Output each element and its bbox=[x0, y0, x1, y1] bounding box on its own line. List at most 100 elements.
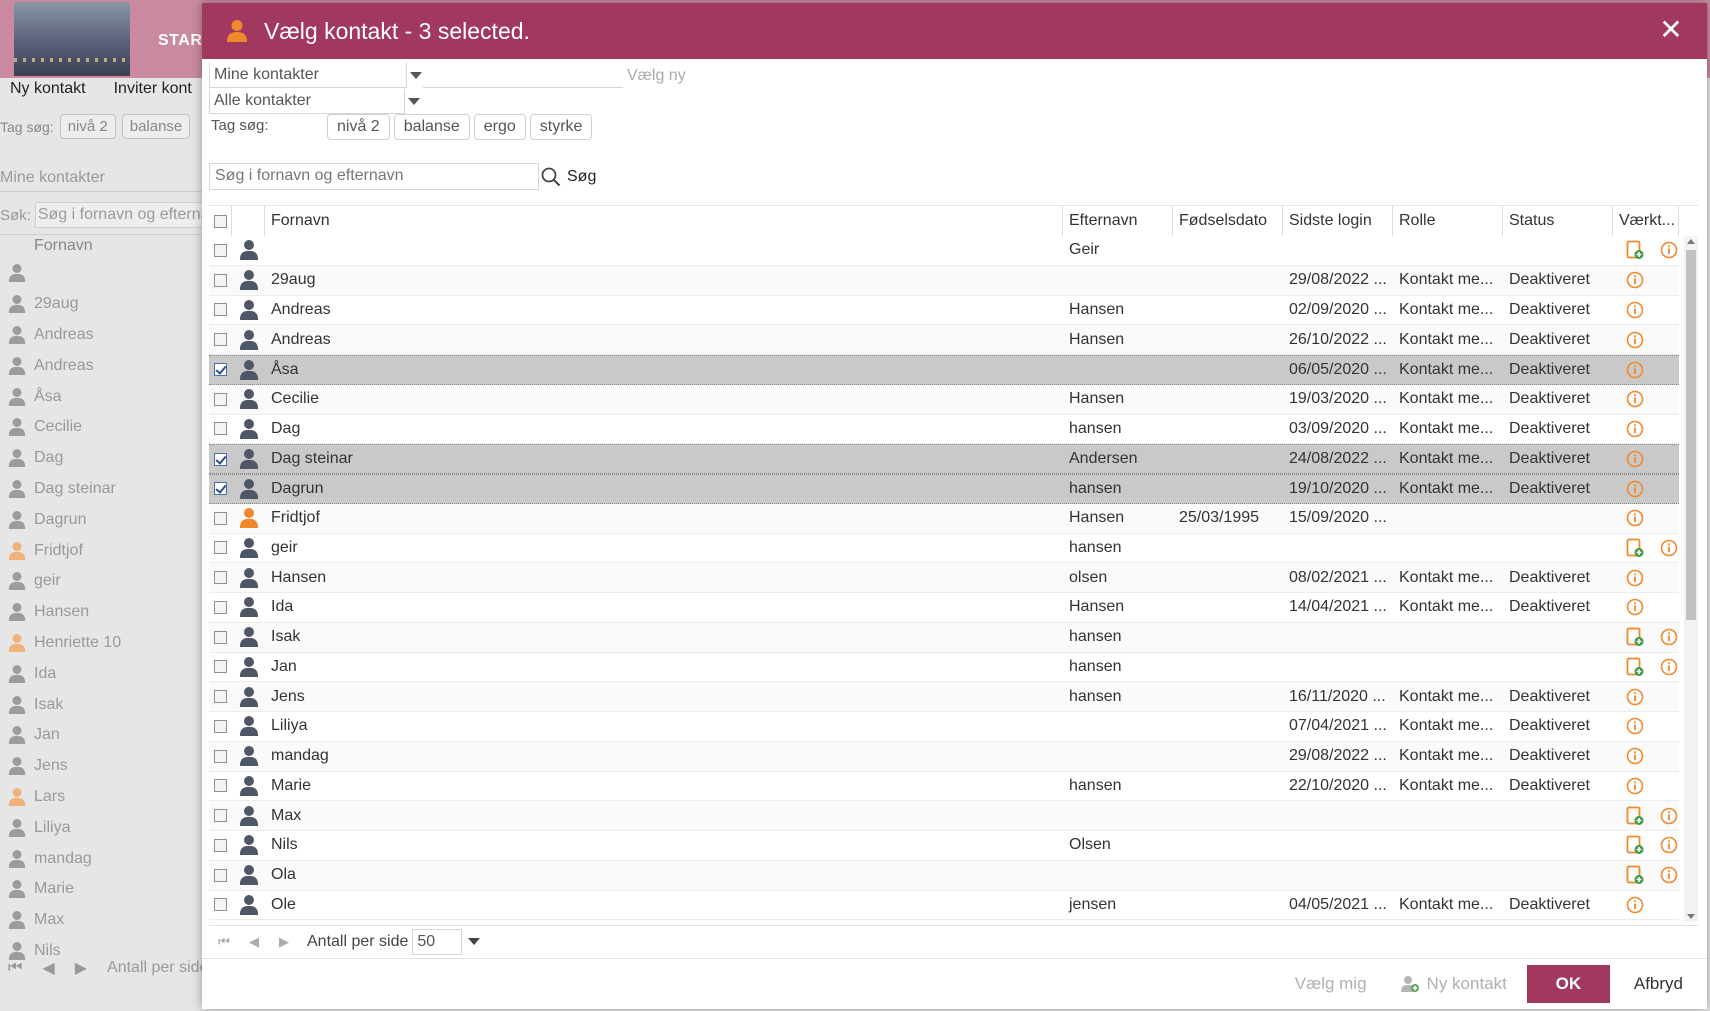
column-header-role[interactable]: Rolle bbox=[1393, 206, 1503, 236]
select-me-button[interactable]: Vælg mig bbox=[1295, 974, 1367, 994]
row-checkbox[interactable] bbox=[214, 838, 227, 852]
row-checkbox[interactable] bbox=[214, 452, 227, 466]
info-icon[interactable] bbox=[1625, 300, 1645, 320]
table-row[interactable]: 29aug 29/08/2022 ... Kontakt me... Deaktive… bbox=[209, 265, 1679, 296]
bg-list-item[interactable]: Andreas bbox=[0, 320, 121, 351]
ok-button[interactable]: OK bbox=[1526, 965, 1610, 1003]
table-row[interactable]: Isak hansen bbox=[209, 622, 1679, 653]
row-checkbox[interactable] bbox=[214, 868, 227, 882]
info-icon[interactable] bbox=[1625, 716, 1645, 736]
select-new-input[interactable] bbox=[423, 63, 623, 88]
info-icon[interactable] bbox=[1625, 449, 1645, 469]
column-header-tools[interactable]: Værkt... bbox=[1613, 206, 1679, 236]
column-header-birthdate[interactable]: Fødselsdato bbox=[1173, 206, 1283, 236]
add-contact-icon[interactable] bbox=[1625, 835, 1645, 855]
bg-list-item[interactable] bbox=[0, 258, 121, 289]
prev-page-icon[interactable]: ◀ bbox=[239, 934, 269, 950]
info-icon[interactable] bbox=[1659, 538, 1679, 558]
column-header-lastname[interactable]: Efternavn bbox=[1063, 206, 1173, 236]
table-row[interactable]: Geir bbox=[209, 236, 1679, 266]
info-icon[interactable] bbox=[1625, 419, 1645, 439]
bg-list-item[interactable]: mandag bbox=[0, 843, 121, 874]
row-checkbox[interactable] bbox=[214, 422, 227, 436]
bg-list-item[interactable]: Dag bbox=[0, 443, 121, 474]
bg-list-item[interactable]: Dagrun bbox=[0, 504, 121, 535]
next-page-icon[interactable]: ▶ bbox=[269, 934, 299, 950]
info-icon[interactable] bbox=[1625, 597, 1645, 617]
chevron-down-icon[interactable] bbox=[410, 72, 422, 79]
new-contact-button[interactable]: Ny kontakt bbox=[1400, 974, 1507, 994]
column-header-firstname[interactable]: Fornavn bbox=[265, 206, 1063, 236]
name-search-input[interactable]: Søg i fornavn og efternavn bbox=[209, 163, 539, 190]
tag-chip[interactable]: nivå 2 bbox=[327, 114, 390, 140]
table-row[interactable]: geir hansen bbox=[209, 534, 1679, 564]
bg-search-input[interactable]: Søg i fornavn og efterna bbox=[34, 202, 211, 228]
scrollbar-thumb[interactable] bbox=[1686, 250, 1696, 620]
row-checkbox[interactable] bbox=[214, 690, 227, 704]
tag-chip[interactable]: balanse bbox=[393, 114, 470, 140]
table-row[interactable]: Cecilie Hansen 19/03/2020 ... Kontakt me...… bbox=[209, 384, 1679, 415]
info-icon[interactable] bbox=[1659, 835, 1679, 855]
table-row[interactable]: Ole jensen 04/05/2021 ... Kontakt me... Deak… bbox=[209, 891, 1679, 921]
row-checkbox[interactable] bbox=[214, 333, 227, 347]
column-header-status[interactable]: Status bbox=[1503, 206, 1613, 236]
row-checkbox[interactable] bbox=[214, 541, 227, 555]
row-checkbox[interactable] bbox=[214, 243, 227, 257]
bg-list-item[interactable]: Fridtjof bbox=[0, 535, 121, 566]
info-icon[interactable] bbox=[1625, 479, 1645, 499]
row-checkbox[interactable] bbox=[214, 303, 227, 317]
bg-contact-scope-select[interactable]: Mine kontakter bbox=[0, 166, 202, 192]
contact-type-dropdown[interactable]: Alle kontakter bbox=[209, 89, 420, 114]
add-contact-icon[interactable] bbox=[1625, 865, 1645, 885]
add-contact-icon[interactable] bbox=[1625, 538, 1645, 558]
tag-chip[interactable]: styrke bbox=[529, 114, 593, 140]
scroll-up-icon[interactable] bbox=[1687, 239, 1695, 244]
bg-list-item[interactable]: Åsa bbox=[0, 381, 121, 412]
add-contact-icon[interactable] bbox=[1625, 657, 1645, 677]
info-icon[interactable] bbox=[1659, 657, 1679, 677]
tag-chip[interactable]: ergo bbox=[473, 114, 526, 140]
contact-scope-dropdown[interactable]: Mine kontakter bbox=[209, 63, 422, 88]
row-checkbox[interactable] bbox=[214, 482, 227, 496]
bg-first-page-icon[interactable]: ⏮ bbox=[8, 959, 22, 977]
bg-list-item[interactable]: Jan bbox=[0, 720, 121, 751]
bg-list-item[interactable]: Isak bbox=[0, 689, 121, 720]
table-row[interactable]: Ola bbox=[209, 860, 1679, 891]
chevron-down-icon[interactable] bbox=[408, 98, 420, 105]
info-icon[interactable] bbox=[1625, 746, 1645, 766]
table-row[interactable]: Nils Olsen bbox=[209, 831, 1679, 861]
row-checkbox[interactable] bbox=[214, 779, 227, 793]
table-row[interactable]: Fridtjof Hansen 25/03/1995 15/09/2020 ... bbox=[209, 503, 1679, 534]
info-icon[interactable] bbox=[1625, 330, 1645, 350]
bg-list-item[interactable]: 29aug bbox=[0, 289, 121, 320]
add-contact-icon[interactable] bbox=[1625, 627, 1645, 647]
grid-scrollbar[interactable] bbox=[1684, 236, 1698, 922]
row-checkbox[interactable] bbox=[214, 630, 227, 644]
bg-list-item[interactable]: Lars bbox=[0, 782, 121, 813]
bg-list-item[interactable]: Dag steinar bbox=[0, 474, 121, 505]
table-row[interactable]: Dagrun hansen 19/10/2020 ... Kontakt me... D… bbox=[209, 474, 1679, 504]
table-row[interactable]: Dag hansen 03/09/2020 ... Kontakt me... Deak… bbox=[209, 415, 1679, 445]
info-icon[interactable] bbox=[1659, 627, 1679, 647]
table-row[interactable]: Åsa 06/05/2020 ... Kontakt me... Deaktivere… bbox=[209, 355, 1679, 385]
search-button[interactable]: Søg bbox=[541, 167, 596, 187]
per-page-select[interactable]: 50 bbox=[412, 928, 463, 955]
bg-new-contact-button[interactable]: Ny kontakt bbox=[10, 80, 86, 108]
bg-list-item[interactable]: Ida bbox=[0, 658, 121, 689]
select-all-checkbox[interactable] bbox=[213, 214, 227, 228]
bg-list-item[interactable]: Henriette 10 bbox=[0, 628, 121, 659]
column-header-last-login[interactable]: Sidste login bbox=[1283, 206, 1393, 236]
bg-list-item[interactable]: Liliya bbox=[0, 812, 121, 843]
row-checkbox[interactable] bbox=[214, 809, 227, 823]
bg-list-item[interactable]: Andreas bbox=[0, 350, 121, 381]
table-row[interactable]: Andreas Hansen 26/10/2022 ... Kontakt me...… bbox=[209, 325, 1679, 355]
row-checkbox[interactable] bbox=[214, 660, 227, 674]
info-icon[interactable] bbox=[1659, 865, 1679, 885]
info-icon[interactable] bbox=[1625, 508, 1645, 528]
info-icon[interactable] bbox=[1625, 389, 1645, 409]
info-icon[interactable] bbox=[1625, 360, 1645, 380]
info-icon[interactable] bbox=[1659, 240, 1679, 260]
bg-list-item[interactable]: Cecilie bbox=[0, 412, 121, 443]
info-icon[interactable] bbox=[1625, 568, 1645, 588]
table-row[interactable]: Andreas Hansen 02/09/2020 ... Kontakt me...… bbox=[209, 296, 1679, 326]
